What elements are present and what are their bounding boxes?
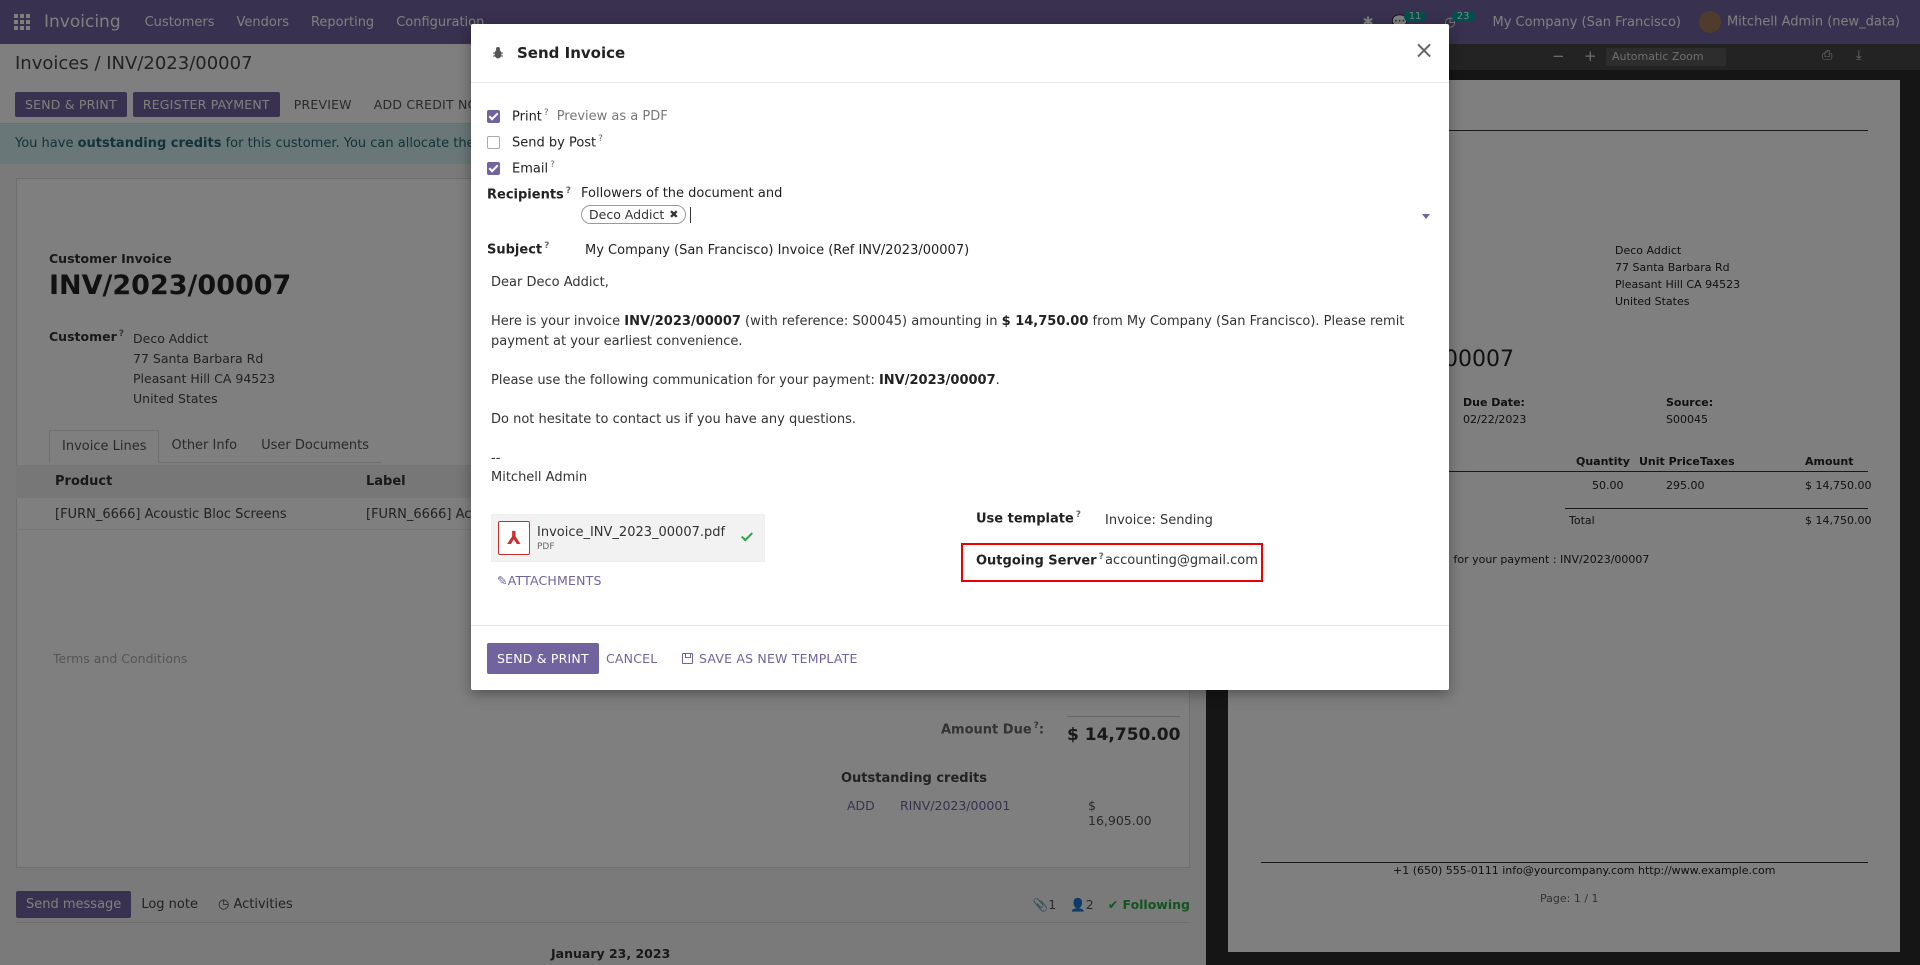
remove-tag-icon[interactable]: ✖	[669, 208, 678, 221]
chevron-down-icon[interactable]	[1422, 214, 1430, 219]
outgoing-server-select[interactable]: accounting@gmail.com	[1105, 553, 1258, 568]
email-checkbox[interactable]	[487, 161, 500, 175]
modal-title: Send Invoice	[517, 44, 626, 62]
body-signature-name: Mitchell Admin	[491, 470, 588, 485]
attachment-item[interactable]: ⅄ Invoice_INV_2023_00007.pdf PDF	[491, 514, 765, 562]
template-select[interactable]: Invoice: Sending	[1105, 513, 1213, 528]
print-option: Print? Preview as a PDF	[487, 108, 668, 124]
post-option: Send by Post?	[487, 134, 603, 150]
send-by-post-checkbox[interactable]	[487, 135, 500, 149]
attachment-name: Invoice_INV_2023_00007.pdf	[537, 524, 726, 540]
subject-label-row: Subject?	[487, 241, 549, 257]
email-body-editor[interactable]: Dear Deco Addict, Here is your invoice I…	[491, 273, 1431, 488]
pdf-file-icon: ⅄	[498, 521, 530, 555]
recipient-tag: Deco Addict ✖	[581, 205, 687, 224]
body-signature-dash: --	[491, 450, 501, 466]
email-option: Email?	[487, 160, 555, 176]
print-checkbox[interactable]	[487, 109, 500, 123]
body-paragraph-3: Do not hesitate to contact us if you hav…	[491, 411, 857, 427]
body-paragraph-2: Please use the following communication f…	[491, 372, 1000, 388]
check-icon	[740, 529, 754, 542]
modal-header: Send Invoice ×	[471, 24, 1449, 83]
send-print-button[interactable]: SEND & PRINT	[487, 643, 599, 674]
text-cursor	[690, 206, 692, 223]
save-template-button[interactable]: SAVE AS NEW TEMPLATE	[682, 651, 858, 666]
send-invoice-dialog: Send Invoice × Print? Preview as a PDF S…	[471, 24, 1449, 690]
print-label: Print?	[512, 108, 549, 125]
recipients-input[interactable]: Deco Addict ✖	[581, 205, 692, 224]
template-label: Use template?	[976, 510, 1082, 527]
subject-input[interactable]: My Company (San Francisco) Invoice (Ref …	[585, 243, 969, 258]
recipients-text: Followers of the document and	[581, 186, 783, 201]
attachment-ext: PDF	[537, 541, 555, 552]
post-label: Send by Post?	[512, 134, 603, 151]
recipients-label-row: Recipients?	[487, 186, 571, 202]
paperclip-icon: ✎	[497, 573, 508, 588]
close-icon[interactable]: ×	[1413, 38, 1435, 62]
recipients-label: Recipients?	[487, 186, 572, 203]
cancel-button[interactable]: CANCEL	[606, 651, 657, 666]
bug-icon	[493, 47, 503, 59]
save-icon	[682, 653, 693, 664]
body-greeting: Dear Deco Addict,	[491, 275, 609, 290]
modal-footer: SEND & PRINT CANCEL SAVE AS NEW TEMPLATE	[471, 625, 1449, 690]
print-hint: Preview as a PDF	[556, 108, 668, 124]
outgoing-server-label: Outgoing Server?	[976, 552, 1104, 569]
body-paragraph-1: Here is your invoice INV/2023/00007 (wit…	[491, 314, 1405, 349]
subject-label: Subject?	[487, 241, 550, 258]
email-label: Email?	[512, 160, 555, 177]
attachments-button[interactable]: ✎ATTACHMENTS	[497, 573, 602, 588]
